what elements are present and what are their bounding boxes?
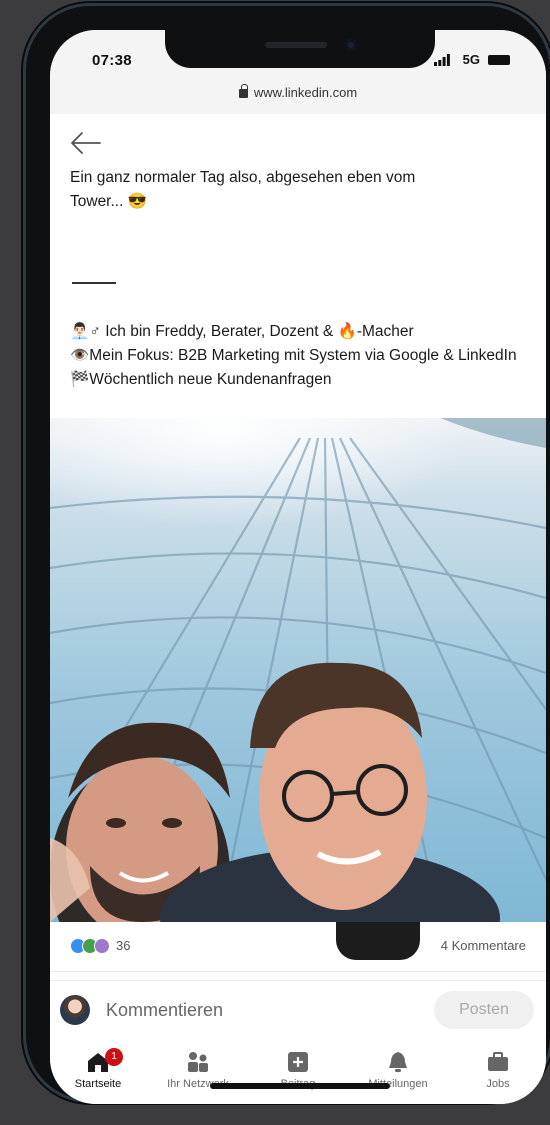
battery-icon: [488, 55, 510, 65]
camera: [345, 39, 357, 51]
status-time: 07:38: [92, 52, 132, 69]
reactions-bar: 36 4 Kommentare: [50, 922, 546, 972]
post-image[interactable]: [50, 418, 546, 922]
briefcase-icon: [488, 1052, 508, 1071]
post-divider: [72, 282, 116, 284]
tab-post[interactable]: Beitrag: [250, 1048, 346, 1100]
post-text-line: Tower... 😎: [70, 193, 148, 210]
back-arrow-icon[interactable]: [68, 128, 102, 158]
tab-network[interactable]: Ihr Netzwerk: [150, 1048, 246, 1100]
comment-composer: Posten: [50, 980, 546, 1044]
reaction-count[interactable]: 36: [116, 938, 130, 953]
post-text-partial-line: Ein ganz normaler Tag also, abgesehen eb…: [70, 170, 416, 186]
user-avatar: [60, 995, 90, 1025]
tab-home-label: Startseite: [74, 1078, 122, 1090]
home-indicator[interactable]: [210, 1083, 390, 1089]
tab-home[interactable]: 1 Startseite: [50, 1048, 146, 1100]
screen: 07:38 5G www.linkedin.com Ein ganz norma…: [50, 30, 546, 1104]
signal-icon: [434, 54, 450, 66]
tab-jobs-label: Jobs: [486, 1078, 510, 1090]
people-icon: [188, 1052, 208, 1072]
comment-input[interactable]: [106, 995, 406, 1025]
post-bio: 👨🏻‍💼♂ Ich bin Freddy, Berater, Dozent & …: [70, 320, 530, 392]
love-reaction-icon[interactable]: [94, 938, 110, 954]
home-badge: 1: [105, 1048, 123, 1066]
bio-line-2: 👁️Mein Fokus: B2B Marketing mit System v…: [70, 347, 517, 364]
redaction-overlay: [336, 922, 420, 960]
bio-line-3: 🏁Wöchentlich neue Kundenanfragen: [70, 371, 332, 388]
network-type: 5G: [462, 52, 480, 67]
post-comment-button[interactable]: Posten: [434, 991, 534, 1029]
phone-frame: 07:38 5G www.linkedin.com Ein ganz norma…: [26, 6, 550, 1104]
comment-count[interactable]: 4 Kommentare: [441, 938, 526, 953]
tab-notifications[interactable]: Mitteilungen: [350, 1048, 446, 1100]
bio-line-1: 👨🏻‍💼♂ Ich bin Freddy, Berater, Dozent & …: [70, 323, 414, 340]
skyscraper-selfie-image: [50, 418, 546, 922]
speaker: [265, 42, 327, 48]
url-text: www.linkedin.com: [253, 85, 358, 100]
bottom-tab-bar: 1 Startseite Ihr Netzwerk Beitrag: [50, 1044, 546, 1104]
post-content: Ein ganz normaler Tag also, abgesehen eb…: [50, 170, 546, 980]
device-notch: [165, 30, 435, 68]
url-display[interactable]: www.linkedin.com: [238, 84, 358, 100]
top-navigation: [50, 114, 546, 170]
browser-url-bar[interactable]: www.linkedin.com: [50, 82, 546, 114]
lock-icon: [238, 84, 248, 98]
tab-jobs[interactable]: Jobs: [450, 1048, 546, 1100]
add-post-icon: [288, 1052, 308, 1072]
bell-icon: [389, 1052, 407, 1072]
post-text-top: Ein ganz normaler Tag also, abgesehen eb…: [70, 170, 530, 214]
